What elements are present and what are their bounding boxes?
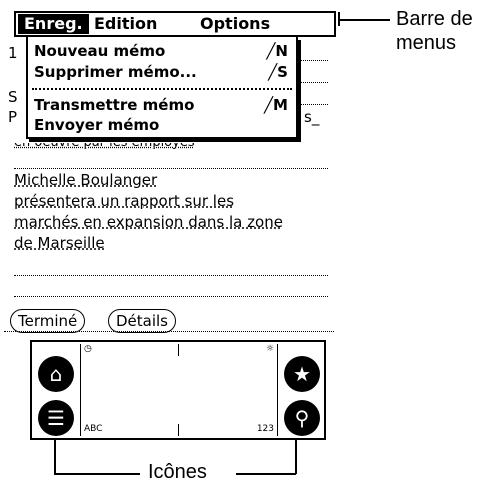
graffiti-writing-area[interactable]: ◷ ☼ ABC 123 — [80, 344, 278, 436]
callout-line — [54, 473, 140, 475]
graffiti-tick — [178, 344, 179, 356]
shortcut-label: ╱S — [268, 63, 288, 81]
memo-dotline — [298, 104, 328, 105]
shortcut-label: ╱M — [264, 96, 288, 114]
clipped-text: 1 — [8, 44, 18, 62]
done-button[interactable]: Terminé — [10, 309, 86, 333]
record-menu-dropdown: Nouveau mémo ╱N Supprimer mémo... ╱S Tra… — [26, 37, 298, 139]
memo-line[interactable]: marchés en expansion dans la zone — [14, 213, 283, 231]
callout-line — [295, 440, 297, 474]
menu-item-send-memo[interactable]: Envoyer mémo — [34, 115, 159, 135]
menu-separator — [32, 88, 292, 90]
brightness-icon[interactable]: ☼ — [266, 344, 274, 354]
callout-line — [236, 473, 296, 475]
menu-edit[interactable]: Edition — [94, 14, 157, 34]
favorite-icon[interactable]: ★ — [284, 356, 320, 392]
callout-line — [340, 19, 390, 21]
callout-line — [54, 440, 56, 474]
palm-screen: 1 S P s_ en oeuvre par les employés Mich… — [8, 8, 336, 338]
menu-item-delete-memo[interactable]: Supprimer mémo... — [34, 62, 197, 82]
clipped-text: S — [8, 88, 18, 106]
menu-item-beam-memo[interactable]: Transmettre mémo — [34, 95, 194, 115]
callout-menu-bar: menus — [396, 32, 457, 54]
screen-divider — [4, 331, 334, 332]
graffiti-abc-label: ABC — [84, 424, 103, 434]
memo-line[interactable]: Michelle Boulanger — [14, 171, 157, 189]
memo-line[interactable] — [14, 148, 328, 169]
memo-dotline — [298, 60, 328, 61]
memo-line[interactable] — [14, 255, 328, 276]
memo-dotline — [298, 82, 328, 83]
graffiti-tick — [178, 424, 179, 436]
callout-icons: Icônes — [148, 461, 207, 483]
clipped-text: s_ — [304, 108, 320, 126]
clipped-text: P — [8, 108, 18, 126]
callout-menu-bar: Barre de — [396, 8, 473, 30]
clock-icon[interactable]: ◷ — [84, 344, 92, 354]
menu-icon[interactable]: ☰ — [38, 400, 74, 436]
menu-options[interactable]: Options — [200, 14, 270, 34]
menu-item-new-memo[interactable]: Nouveau mémo — [34, 41, 165, 61]
graffiti-123-label: 123 — [256, 424, 274, 434]
menu-record[interactable]: Enreg. — [18, 14, 89, 34]
memo-line[interactable] — [14, 276, 328, 297]
graffiti-area: ⌂ ☰ ★ ⚲ ◷ ☼ ABC 123 — [30, 340, 326, 440]
shortcut-label: ╱N — [266, 42, 288, 60]
memo-line[interactable]: de Marseille — [14, 234, 105, 252]
details-button[interactable]: Détails — [108, 309, 177, 333]
menu-bar: Enreg. Edition Options — [14, 11, 336, 37]
home-icon[interactable]: ⌂ — [38, 356, 74, 392]
memo-line[interactable]: présentera un rapport sur les — [14, 192, 234, 210]
find-icon[interactable]: ⚲ — [284, 400, 320, 436]
